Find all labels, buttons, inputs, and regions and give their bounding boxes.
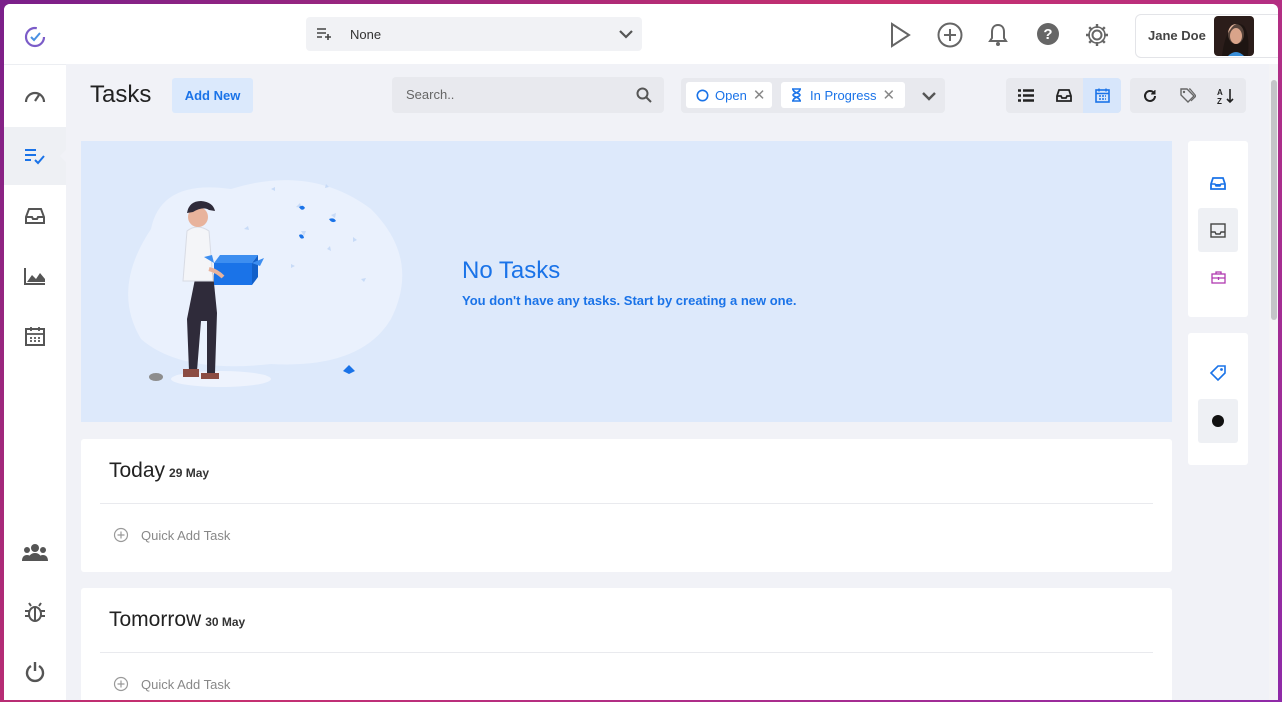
list-view-icon	[1018, 89, 1034, 102]
app-logo-icon[interactable]	[22, 24, 52, 54]
sidebar	[4, 64, 67, 700]
quick-add-task[interactable]: Quick Add Task	[113, 676, 230, 692]
quick-add-label: Quick Add Task	[141, 676, 231, 692]
filter-chip-label: In Progress	[810, 87, 877, 103]
circle-outline-icon	[696, 89, 709, 102]
avatar	[1214, 16, 1254, 56]
inbox-view-button[interactable]	[1045, 78, 1083, 113]
scrollbar[interactable]	[1269, 64, 1278, 700]
hourglass-icon	[791, 88, 802, 102]
right-panel-views	[1188, 141, 1248, 317]
list-view-button[interactable]	[1007, 78, 1045, 113]
filter-chip-in-progress[interactable]: In Progress ✕	[781, 82, 905, 108]
inbox-view-icon	[1056, 89, 1072, 102]
search-input[interactable]	[404, 86, 628, 103]
users-icon	[22, 542, 48, 562]
user-name: Jane Doe	[1148, 28, 1206, 43]
top-bar: None ? Jane Doe	[4, 4, 1278, 64]
task-tools: AZ	[1130, 78, 1246, 113]
inbox-filter-button[interactable]	[1198, 161, 1238, 205]
add-new-button[interactable]: Add New	[172, 78, 253, 113]
inbox-outline-icon	[1210, 222, 1226, 238]
bug-icon	[24, 601, 46, 623]
inbox-outline-button[interactable]	[1198, 208, 1238, 252]
calendar-view-button[interactable]	[1083, 78, 1121, 113]
tasks-check-icon	[24, 147, 46, 165]
quick-add-task[interactable]: Quick Add Task	[113, 527, 230, 543]
chevron-down-icon	[618, 26, 634, 42]
app-window: None ? Jane Doe Tasks Add New Search.. O…	[4, 4, 1278, 700]
right-panel-tags	[1188, 333, 1248, 465]
speedometer-icon	[23, 85, 47, 107]
empty-state: No Tasks You don't have any tasks. Start…	[81, 141, 1172, 422]
sidebar-item-team[interactable]	[4, 523, 66, 581]
refresh-button[interactable]	[1131, 78, 1169, 113]
view-switcher	[1006, 78, 1121, 113]
playlist-add-icon	[316, 27, 332, 41]
color-dot-button[interactable]	[1198, 399, 1238, 443]
scrollbar-thumb[interactable]	[1271, 80, 1277, 320]
bell-icon[interactable]	[986, 21, 1014, 49]
briefcase-icon	[1210, 270, 1226, 284]
empty-illustration	[121, 169, 421, 399]
sidebar-item-tasks[interactable]	[4, 127, 67, 185]
user-menu[interactable]: Jane Doe	[1135, 14, 1278, 58]
play-icon[interactable]	[888, 21, 916, 49]
sidebar-item-bug-report[interactable]	[4, 583, 66, 641]
tag-icon	[1209, 364, 1227, 382]
divider	[100, 652, 1153, 653]
svg-text:?: ?	[1043, 26, 1052, 43]
day-card-today: Today 29 May Quick Add Task	[81, 439, 1172, 572]
svg-text:Z: Z	[1217, 97, 1222, 104]
chevron-down-icon[interactable]	[921, 88, 937, 104]
divider	[100, 503, 1153, 504]
project-filter-button[interactable]	[1198, 255, 1238, 299]
status-filters: Open ✕ In Progress ✕	[681, 78, 945, 113]
add-circle-outline-icon	[113, 676, 129, 692]
settings-icon[interactable]	[1083, 21, 1111, 49]
inbox-blue-icon	[1210, 176, 1226, 190]
refresh-icon	[1143, 89, 1157, 103]
area-chart-icon	[23, 266, 47, 286]
sidebar-item-calendar[interactable]	[4, 307, 66, 365]
sidebar-item-dashboard[interactable]	[4, 67, 66, 125]
calendar-view-icon	[1094, 88, 1110, 103]
project-select-value: None	[350, 27, 382, 42]
filter-chip-open[interactable]: Open ✕	[686, 82, 772, 108]
tags-button[interactable]	[1169, 78, 1207, 113]
day-date: 30 May	[205, 615, 246, 629]
svg-text:A: A	[1217, 88, 1223, 97]
close-icon[interactable]: ✕	[882, 86, 895, 104]
add-circle-icon[interactable]	[936, 21, 964, 49]
empty-state-subtitle: You don't have any tasks. Start by creat…	[462, 293, 797, 308]
filter-chip-label: Open	[715, 87, 747, 103]
project-select[interactable]: None	[306, 17, 642, 51]
inbox-icon	[24, 207, 46, 225]
tags-icon	[1180, 88, 1196, 103]
sidebar-item-inbox[interactable]	[4, 187, 66, 245]
day-card-title: Tomorrow 30 May	[109, 608, 245, 632]
power-icon	[25, 661, 45, 683]
calendar-icon	[24, 325, 46, 347]
search-icon[interactable]	[636, 87, 652, 103]
sidebar-item-reports[interactable]	[4, 247, 66, 305]
help-icon[interactable]: ?	[1035, 21, 1063, 49]
sort-button[interactable]: AZ	[1207, 78, 1245, 113]
close-icon[interactable]: ✕	[753, 86, 766, 104]
day-card-title: Today 29 May	[109, 459, 209, 483]
search-box	[392, 77, 664, 113]
quick-add-label: Quick Add Task	[141, 527, 231, 543]
tag-filter-button[interactable]	[1198, 351, 1238, 395]
add-circle-outline-icon	[113, 527, 129, 543]
day-name: Today	[109, 459, 166, 482]
day-card-tomorrow: Tomorrow 30 May Quick Add Task	[81, 588, 1172, 700]
day-name: Tomorrow	[109, 608, 202, 631]
sort-az-icon: AZ	[1217, 88, 1235, 104]
empty-state-title: No Tasks	[462, 257, 561, 284]
dot-icon	[1212, 415, 1224, 427]
day-date: 29 May	[169, 466, 210, 480]
sidebar-item-logout[interactable]	[4, 643, 66, 700]
page-title: Tasks	[90, 81, 152, 108]
